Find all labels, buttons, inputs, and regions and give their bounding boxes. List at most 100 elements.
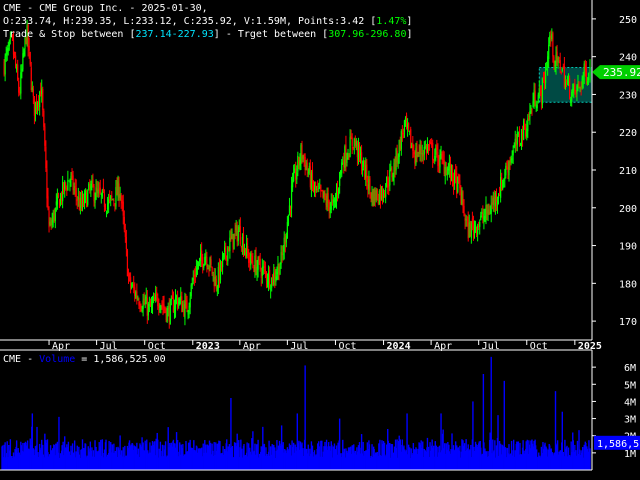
candle-body [264, 269, 267, 272]
candle-body [292, 179, 294, 188]
candle-body [432, 143, 434, 160]
candle-body [108, 199, 110, 205]
candle-body [40, 90, 42, 97]
candle-body [539, 87, 541, 90]
candle-body [429, 142, 432, 144]
candle-body [546, 69, 548, 71]
target-label: - Trget between [225, 29, 317, 40]
candle-body [393, 163, 395, 178]
candle-body [14, 55, 17, 67]
candle-body [85, 190, 87, 195]
candle-body [238, 227, 240, 232]
candle-body [354, 139, 356, 146]
candle-body [190, 284, 192, 297]
candle-body [281, 251, 283, 256]
candle-body [445, 169, 447, 176]
candle-body [198, 258, 201, 262]
candle-body [336, 189, 339, 194]
candle-body [290, 185, 293, 209]
candle-body [308, 165, 310, 173]
candle-body [48, 210, 50, 228]
candle-body [380, 187, 383, 199]
candle-body [487, 210, 489, 214]
candle-body [158, 305, 160, 308]
candle-body [373, 189, 375, 206]
volume-value: = 1,586,525.00 [81, 354, 166, 365]
candle-body [28, 45, 30, 51]
candle-body [488, 209, 490, 215]
candle-body [463, 205, 465, 216]
candle-body [431, 142, 433, 146]
candle-body [75, 187, 77, 197]
candle-body [69, 180, 71, 183]
candle-body [557, 57, 559, 63]
candle-body [394, 165, 396, 170]
candle-body [443, 159, 445, 174]
candle-body [262, 266, 264, 268]
candle-body [147, 304, 149, 316]
time-axis-label: Oct [338, 341, 356, 352]
candle-body [362, 169, 364, 171]
candle-body [133, 284, 135, 289]
candle-body [139, 304, 141, 309]
candle-body [416, 146, 418, 159]
candle-body [426, 144, 429, 152]
candle-body [183, 303, 185, 316]
candle-body [59, 194, 62, 206]
candle-body [116, 184, 118, 196]
candle-body [582, 76, 584, 80]
candle-body [500, 176, 502, 198]
candle-body [503, 179, 505, 181]
candle-body [154, 297, 156, 301]
candle-body [520, 129, 523, 147]
candle-body [272, 274, 274, 284]
candle-body [177, 296, 179, 307]
candle-body [88, 183, 90, 190]
candle-body [447, 169, 449, 171]
volume-axis-tick-label: 6M [624, 363, 636, 374]
candle-body [263, 266, 265, 268]
candle-body [562, 66, 564, 68]
candle-body [21, 68, 23, 73]
candle-body [496, 199, 499, 206]
price-axis[interactable]: 250 240 230 220 210 200 190 180 170 [592, 15, 637, 328]
candle-body [566, 80, 569, 82]
candle-body [42, 88, 44, 111]
candle-body [469, 223, 471, 237]
candle-body [451, 164, 454, 179]
candle-body [341, 162, 343, 174]
candle-body [560, 71, 562, 73]
candle-body [307, 172, 309, 174]
candle-body [411, 145, 413, 148]
volume-axis-tick-label: 4M [624, 397, 636, 408]
candle-body [141, 309, 143, 311]
candle-body [483, 216, 485, 222]
candle-body [52, 212, 54, 223]
candle-body [481, 211, 483, 215]
candle-body [303, 154, 305, 160]
candle-body [95, 187, 97, 200]
candle-body [508, 162, 510, 176]
candle-body [169, 300, 171, 325]
candle-body [396, 150, 398, 163]
candle-body [86, 193, 88, 208]
candle-body [187, 310, 189, 315]
candle-body [246, 243, 248, 257]
candle-body [101, 189, 103, 197]
candle-body [211, 266, 213, 275]
candle-body [436, 145, 438, 150]
candle-body [185, 300, 187, 302]
candle-body [382, 194, 385, 198]
candle-body [471, 218, 473, 225]
candle-body [555, 54, 557, 66]
candle-body [6, 48, 8, 55]
candle-body [306, 162, 308, 171]
candle-body [137, 299, 139, 301]
candle-body [195, 267, 198, 276]
price-chart[interactable]: 250240230220210200190180170 6M5M4M3M2M1M… [0, 0, 640, 480]
candle-body [444, 167, 446, 177]
candle-body [156, 292, 158, 296]
candle-body [165, 308, 167, 320]
candle-body [205, 256, 207, 258]
candle-body [484, 216, 486, 218]
